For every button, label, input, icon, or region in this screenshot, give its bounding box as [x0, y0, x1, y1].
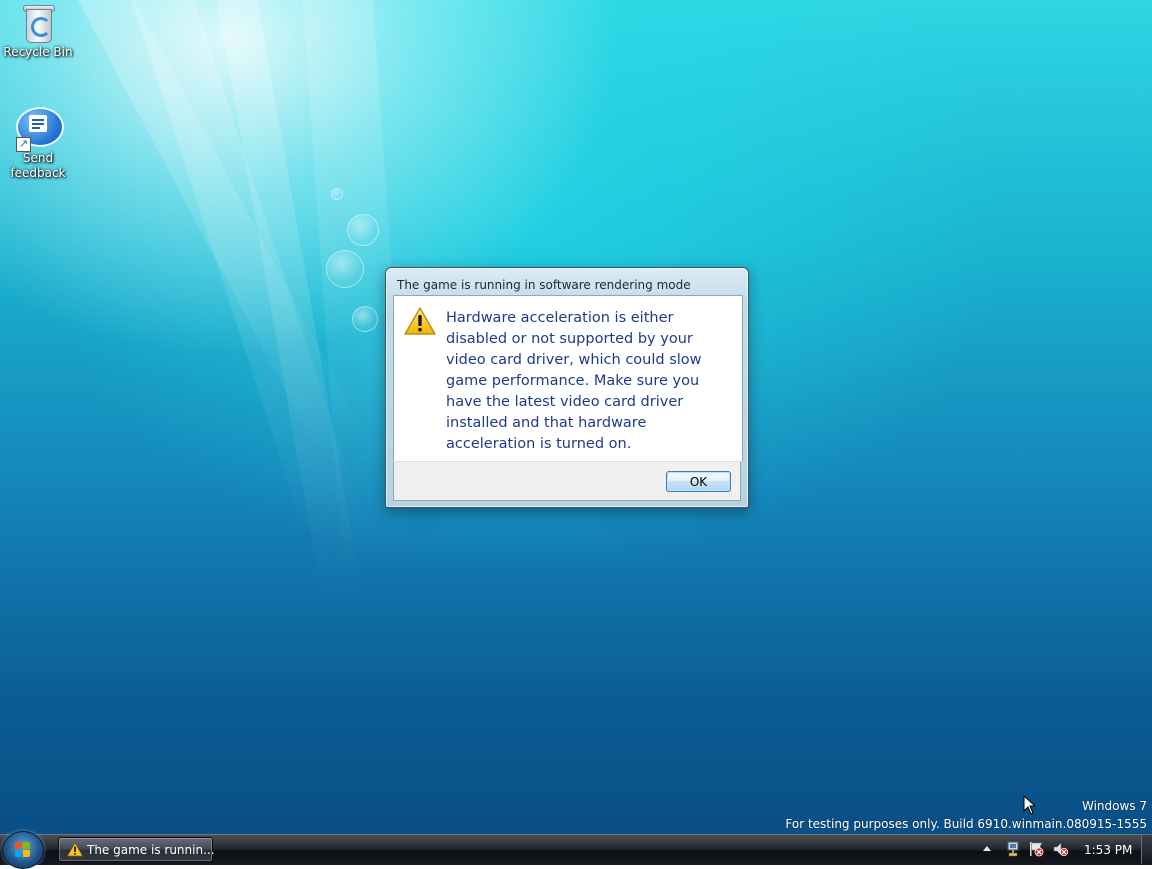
- taskbar-clock[interactable]: 1:53 PM: [1084, 843, 1132, 857]
- windows-flag-icon: [15, 842, 31, 858]
- bubble-decoration: [352, 306, 378, 332]
- volume-muted-icon[interactable]: [1052, 841, 1068, 857]
- show-desktop-button[interactable]: [1141, 835, 1152, 864]
- desktop-icon-send-feedback[interactable]: ↗ Send feedback: [0, 107, 76, 181]
- desktop-icon-label: Recycle Bin: [3, 45, 73, 59]
- show-hidden-icons-arrow[interactable]: [983, 846, 991, 851]
- desktop-icon-label: Send: [22, 151, 54, 165]
- bubble-decoration: [347, 214, 379, 246]
- warning-icon: [404, 307, 436, 335]
- network-icon[interactable]: [1005, 841, 1021, 857]
- action-center-flag-icon[interactable]: [1028, 841, 1044, 857]
- desktop-icon-recycle-bin[interactable]: Recycle Bin: [0, 3, 76, 60]
- desktop-icon-label: feedback: [10, 166, 66, 180]
- taskbar-button-label: The game is runnin...: [87, 843, 215, 857]
- build-watermark-title: Windows 7: [1081, 799, 1147, 813]
- bubble-decoration: [331, 188, 343, 200]
- build-watermark-text: For testing purposes only. Build 6910.wi…: [785, 817, 1147, 831]
- taskbar-button-game-dialog[interactable]: The game is runnin...: [58, 837, 215, 862]
- shortcut-arrow-icon: ↗: [16, 137, 31, 152]
- dialog-title[interactable]: The game is running in software renderin…: [397, 278, 691, 292]
- dialog-message: Hardware acceleration is either disabled…: [446, 310, 702, 452]
- send-feedback-icon: ↗: [16, 107, 64, 152]
- ok-button[interactable]: OK: [666, 471, 731, 492]
- message-dialog: The game is running in software renderin…: [385, 267, 749, 508]
- warning-icon: [67, 842, 83, 857]
- dialog-body: Hardware acceleration is either disabled…: [393, 295, 743, 462]
- dialog-footer: OK: [393, 461, 741, 501]
- mouse-cursor-icon: [1023, 795, 1037, 815]
- bubble-decoration: [326, 250, 364, 288]
- recycle-bin-icon: [23, 3, 55, 43]
- start-button[interactable]: [2, 831, 44, 869]
